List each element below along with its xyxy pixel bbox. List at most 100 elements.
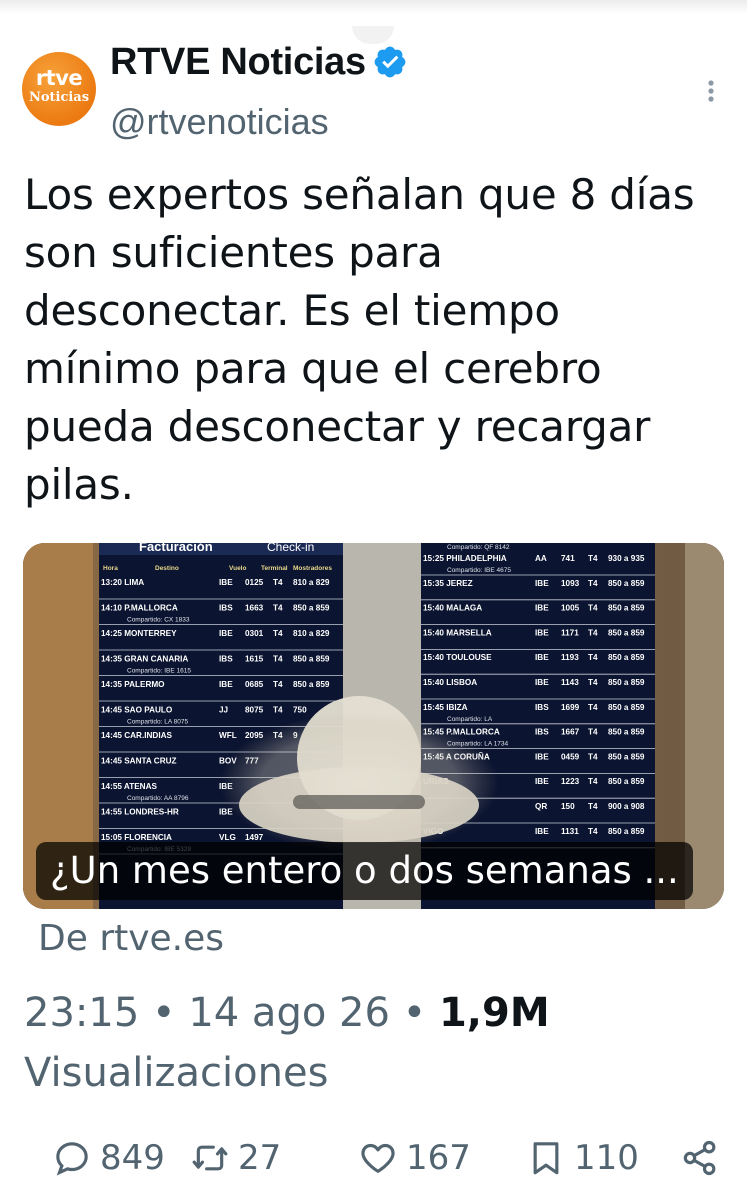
board-row-destination: 14:45 CAR.INDIAS xyxy=(101,731,173,740)
board-row-flight: 1143 xyxy=(561,678,579,687)
board-row-destination: 15:40 MALAGA xyxy=(423,604,482,613)
verified-badge-icon xyxy=(374,46,406,78)
board-row-airline: IBE xyxy=(535,653,549,662)
board-row-flight: 1193 xyxy=(561,653,579,662)
views-count: 1,9M xyxy=(438,990,550,1036)
heart-icon xyxy=(361,1143,395,1173)
board-row-shared: Compartido: LA 8075 xyxy=(127,719,188,726)
board-title: Facturación xyxy=(139,543,213,554)
board-row-destination: 14:55 ATENAS xyxy=(101,782,158,791)
repost-icon xyxy=(192,1145,228,1171)
board-row-destination: 15:40 TOULOUSE xyxy=(423,653,492,662)
like-button[interactable]: 167 xyxy=(358,1130,471,1186)
board-row-terminal: T4 xyxy=(588,579,598,588)
avatar-logo-text: rtve xyxy=(35,66,83,90)
board-row-flight: 0301 xyxy=(245,629,264,638)
share-button[interactable] xyxy=(680,1130,728,1186)
board-row-shared: Compartido: QF 8142 xyxy=(447,544,510,551)
avatar[interactable]: rtve Noticias xyxy=(22,52,96,126)
board-row-destination: 14:45 SANTA CRUZ xyxy=(101,757,177,766)
repost-count: 27 xyxy=(238,1138,282,1178)
board-row-airline: IBS xyxy=(535,728,549,737)
tweet-text-line: mínimo para que el cerebro xyxy=(24,344,602,393)
board-row-airline: JJ xyxy=(219,706,228,715)
board-row-shared: Compartido: IBE 1615 xyxy=(127,668,191,675)
board-row-terminal: T4 xyxy=(588,752,598,761)
board-row-terminal: T4 xyxy=(273,629,283,638)
tweet-time[interactable]: 23:15 xyxy=(24,990,139,1036)
board-row-airline: IBE xyxy=(535,678,549,687)
board-row-airline: IBE xyxy=(219,680,233,689)
board-row-terminal: T4 xyxy=(588,604,598,613)
link-source[interactable]: De rtve.es xyxy=(38,918,224,959)
board-row-airline: WFL xyxy=(219,731,237,740)
board-row-flight: 1131 xyxy=(561,827,579,836)
separator-dot: • xyxy=(152,990,189,1036)
board-header: Terminal xyxy=(261,565,288,572)
board-row-desks: 850 a 859 xyxy=(608,752,645,761)
board-row-airline: IBE xyxy=(219,578,233,587)
bookmark-count: 110 xyxy=(574,1138,639,1178)
handle[interactable]: @rtvenoticias xyxy=(110,101,329,143)
board-row-terminal: T4 xyxy=(273,680,283,689)
board-row-airline: VLG xyxy=(219,833,236,842)
board-row-desks: 930 a 935 xyxy=(608,554,645,563)
board-row-desks: 850 a 859 xyxy=(293,604,330,613)
board-row-terminal: T4 xyxy=(273,604,283,613)
board-row-destination: 14:25 MONTERREY xyxy=(101,629,177,638)
board-row-desks: 850 a 859 xyxy=(608,604,645,613)
board-row-desks: 810 a 829 xyxy=(293,578,330,587)
board-row-destination: 15:40 LISBOA xyxy=(423,678,477,687)
board-row-flight: 1005 xyxy=(561,604,580,613)
action-bar: 849 27 167 110 xyxy=(0,1130,747,1186)
board-row-shared: Compartido: LA xyxy=(447,716,493,723)
author-name-row[interactable]: RTVE Noticias xyxy=(110,38,408,86)
board-row-terminal: T4 xyxy=(588,728,598,737)
board-row-flight: 1615 xyxy=(245,655,264,664)
board-row-flight: 1093 xyxy=(561,579,580,588)
board-row-destination: 14:35 GRAN CANARIA xyxy=(101,655,188,664)
board-row-destination: 15:35 JEREZ xyxy=(423,579,473,588)
board-row-shared: Compartido: CX 1833 xyxy=(127,617,190,624)
board-row-desks: 850 a 859 xyxy=(608,628,645,637)
board-row-flight: 0685 xyxy=(245,680,264,689)
reply-icon xyxy=(56,1142,88,1176)
board-row-airline: IBE xyxy=(535,604,549,613)
board-row-flight: 1223 xyxy=(561,777,580,786)
board-row-destination: 15:25 PHILADELPHIA xyxy=(423,554,507,563)
board-row-airline: IBS xyxy=(219,604,233,613)
board-row-flight: 1171 xyxy=(561,628,579,637)
reply-button[interactable]: 849 xyxy=(52,1130,165,1186)
repost-button[interactable]: 27 xyxy=(190,1130,281,1186)
board-row-airline: QR xyxy=(535,802,547,811)
board-row-terminal: T4 xyxy=(588,777,598,786)
board-row-flight: 1667 xyxy=(561,728,580,737)
bookmark-button[interactable]: 110 xyxy=(526,1130,639,1186)
board-row-desks: 850 a 859 xyxy=(608,827,645,836)
board-row-destination: 14:55 LONDRES-HR xyxy=(101,808,179,817)
board-header: Hora xyxy=(103,565,118,572)
board-row-destination: 14:45 SAO PAULO xyxy=(101,706,173,715)
board-row-shared: Compartido: AA 8796 xyxy=(127,795,189,802)
board-row-terminal: T4 xyxy=(588,678,598,687)
reply-count: 849 xyxy=(100,1138,165,1178)
tweet-text-line: son suficientes para xyxy=(24,228,443,277)
link-card-title[interactable]: ¿Un mes entero o dos semanas ... xyxy=(36,842,693,900)
board-row-flight: 741 xyxy=(561,554,575,563)
tweet-meta: 23:15 • 14 ago 26 • 1,9M xyxy=(24,990,550,1036)
board-row-desks: 850 a 859 xyxy=(608,703,645,712)
board-row-destination: 15:45 IBIZA xyxy=(423,703,468,712)
board-title-en: Check-in xyxy=(267,543,314,554)
board-row-destination: 14:35 PALERMO xyxy=(101,680,165,689)
display-name[interactable]: RTVE Noticias xyxy=(110,41,366,84)
board-row-desks: 850 a 859 xyxy=(608,777,645,786)
tweet-date[interactable]: 14 ago 26 xyxy=(188,990,390,1036)
separator-dot: • xyxy=(402,990,439,1036)
board-row-terminal: T4 xyxy=(273,578,283,587)
more-options-icon[interactable] xyxy=(694,76,728,106)
board-row-flight: 1497 xyxy=(245,833,264,842)
board-header: Destino xyxy=(155,565,179,572)
board-row-airline: IBE xyxy=(535,752,549,761)
tweet-text-line: pueda desconectar y recargar xyxy=(24,402,651,451)
views-label: Visualizaciones xyxy=(24,1050,329,1096)
